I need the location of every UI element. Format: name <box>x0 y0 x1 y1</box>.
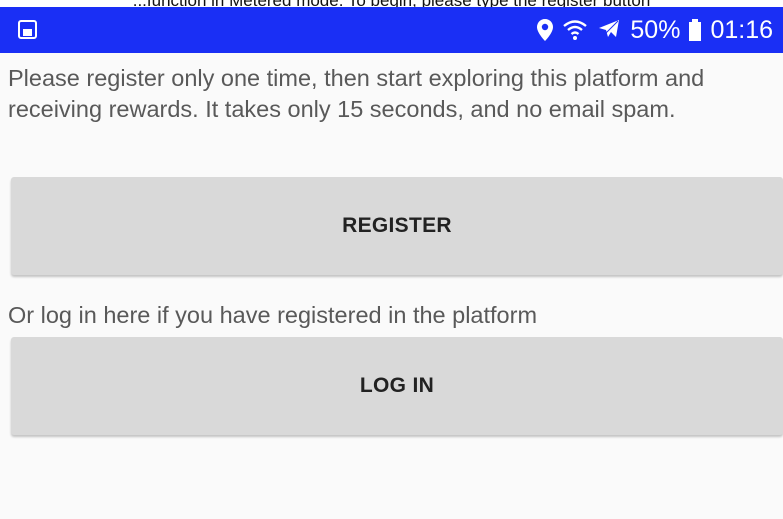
battery-percent: 50% <box>630 15 681 44</box>
wifi-icon <box>563 20 588 40</box>
battery-icon <box>689 19 702 41</box>
airplane-icon <box>599 20 620 40</box>
status-bar: 50% 01:16 <box>0 7 783 53</box>
register-button[interactable]: REGISTER <box>11 177 783 275</box>
clock: 01:16 <box>710 15 773 44</box>
screen-mirror-icon <box>18 20 37 39</box>
intro-text: Please register only one time, then star… <box>8 65 705 122</box>
status-icons: 50% 01:16 <box>536 7 773 53</box>
login-prompt-text: Or log in here if you have registered in… <box>8 302 538 328</box>
login-button[interactable]: LOG IN <box>11 337 783 435</box>
location-pin-icon <box>537 19 554 41</box>
